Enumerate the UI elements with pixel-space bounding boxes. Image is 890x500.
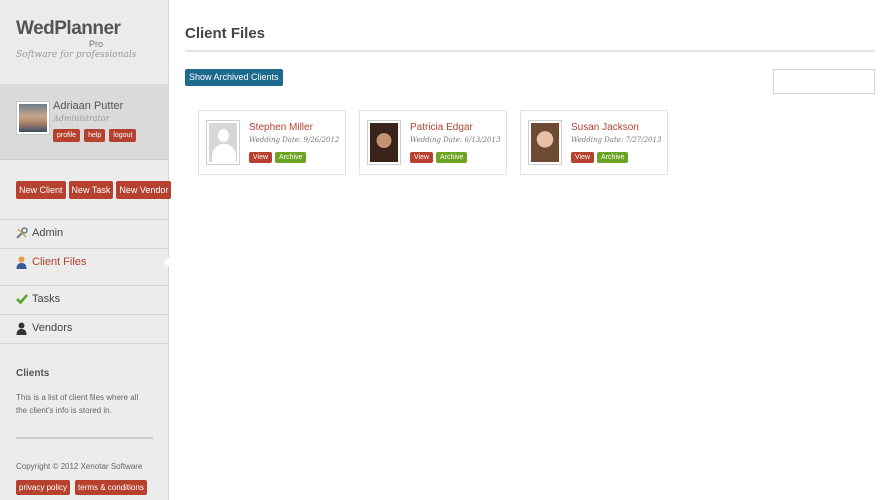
user-info: Adriaan Putter Administrator profile hel… <box>53 100 137 142</box>
brand-tagline: Software for professionals <box>16 50 137 60</box>
wedding-date: Wedding Date: 6/13/2013 <box>410 136 501 144</box>
page-title: Client Files <box>185 25 266 42</box>
user-icon <box>16 322 27 335</box>
help-button[interactable]: help <box>84 129 106 142</box>
view-button[interactable]: View <box>410 152 434 163</box>
copyright: Copyright © 2012 Xenotar Software <box>16 462 143 471</box>
quick-actions: New Client New Task New Vendor <box>16 181 172 199</box>
sidebar-item-vendors[interactable]: Vendors <box>16 320 72 336</box>
client-portrait <box>370 123 398 162</box>
sidebar-item-label: Client Files <box>32 256 87 268</box>
divider <box>0 343 168 344</box>
divider <box>0 314 168 315</box>
client-actions: View Archive <box>571 152 629 163</box>
archive-button[interactable]: Archive <box>275 152 307 163</box>
sidebar-item-label: Vendors <box>32 322 73 334</box>
tools-icon <box>16 226 28 240</box>
logout-button[interactable]: logout <box>109 129 137 142</box>
search-input[interactable] <box>773 69 875 94</box>
sidebar: WedPlanner Pro Software for professional… <box>0 0 172 500</box>
archive-button[interactable]: Archive <box>597 152 629 163</box>
section-title: Clients <box>16 368 50 379</box>
avatar <box>16 101 50 135</box>
view-button[interactable]: View <box>249 152 273 163</box>
brand: WedPlanner Pro Software for professional… <box>0 0 168 85</box>
divider <box>0 219 168 220</box>
sidebar-item-tasks[interactable]: Tasks <box>16 291 60 307</box>
new-client-button[interactable]: New Client <box>16 181 66 199</box>
client-photo <box>367 120 401 165</box>
client-card: Patricia Edgar Wedding Date: 6/13/2013 V… <box>359 110 507 175</box>
client-name[interactable]: Susan Jackson <box>571 122 639 133</box>
user-panel: Adriaan Putter Administrator profile hel… <box>0 85 168 160</box>
new-vendor-button[interactable]: New Vendor <box>116 181 172 199</box>
check-icon <box>16 293 28 306</box>
user-links: profile help logout <box>53 129 137 142</box>
sidebar-item-admin[interactable]: Admin <box>16 225 63 241</box>
client-portrait <box>531 123 559 162</box>
person-icon <box>16 256 27 269</box>
client-actions: View Archive <box>410 152 468 163</box>
sidebar-item-client-files[interactable]: Client Files <box>16 254 86 270</box>
client-name[interactable]: Patricia Edgar <box>410 122 473 133</box>
user-role: Administrator <box>53 114 110 123</box>
divider <box>185 50 875 52</box>
active-indicator <box>164 256 170 268</box>
profile-button[interactable]: profile <box>53 129 81 142</box>
brand-suffix: Pro <box>89 39 104 49</box>
view-button[interactable]: View <box>571 152 595 163</box>
divider <box>0 248 168 249</box>
user-name: Adriaan Putter <box>53 100 124 112</box>
terms-link[interactable]: terms & conditions <box>75 480 147 495</box>
divider <box>16 437 153 439</box>
brand-name: WedPlanner <box>16 18 121 39</box>
footer-links: privacy policy terms & conditions <box>16 480 147 495</box>
show-archived-button[interactable]: Show Archived Clients <box>185 69 283 86</box>
privacy-policy-link[interactable]: privacy policy <box>16 480 71 495</box>
client-actions: View Archive <box>249 152 307 163</box>
client-photo <box>528 120 562 165</box>
archive-button[interactable]: Archive <box>436 152 468 163</box>
user-photo <box>19 104 47 132</box>
client-photo <box>206 120 240 165</box>
client-name[interactable]: Stephen Miller <box>249 122 313 133</box>
divider <box>0 285 168 286</box>
wedding-date: Wedding Date: 7/27/2013 <box>571 136 662 144</box>
sidebar-item-label: Admin <box>32 227 64 239</box>
section-description: This is a list of client files where all… <box>16 393 139 415</box>
new-task-button[interactable]: New Task <box>68 181 114 199</box>
wedding-date: Wedding Date: 9/26/2012 <box>249 136 340 144</box>
client-card: Stephen Miller Wedding Date: 9/26/2012 V… <box>198 110 346 175</box>
placeholder-avatar-icon <box>209 123 237 162</box>
sidebar-item-label: Tasks <box>32 293 61 305</box>
client-card: Susan Jackson Wedding Date: 7/27/2013 Vi… <box>520 110 668 175</box>
